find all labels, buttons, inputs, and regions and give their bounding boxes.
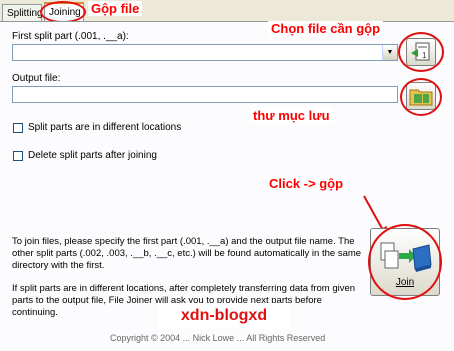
chevron-down-icon[interactable]: ▼ [382, 45, 397, 60]
annotation-click-join: Click -> gộp [266, 176, 347, 191]
first-part-combo[interactable]: ▼ [12, 44, 398, 61]
delete-after-label: Delete split parts after joining [28, 150, 157, 161]
different-locations-checkbox[interactable] [13, 123, 23, 133]
info-paragraph-1: To join files, please specify the first … [12, 236, 362, 271]
different-locations-label: Split parts are in different locations [28, 122, 182, 133]
annotation-circle-browse [398, 32, 444, 72]
watermark-label: xdn-blogxd [158, 303, 290, 329]
annotation-circle-output [400, 78, 442, 116]
first-part-label: First split part (.001, .__a): [12, 31, 129, 42]
annotation-choose-file: Chọn file cần gộp [268, 21, 384, 36]
tab-splitting[interactable]: Splitting [2, 4, 43, 21]
annotation-output-folder: thư mục lưu [250, 108, 333, 123]
annotation-tab-note: Gộp file [88, 1, 143, 16]
annotation-circle-tab [40, 1, 86, 23]
output-file-label: Output file: [12, 73, 61, 84]
annotation-circle-join [368, 224, 442, 300]
delete-after-checkbox[interactable] [13, 151, 23, 161]
output-file-input[interactable] [12, 86, 398, 103]
footer-text: Copyright © 2004 ... Nick Lowe ... All R… [110, 333, 326, 343]
